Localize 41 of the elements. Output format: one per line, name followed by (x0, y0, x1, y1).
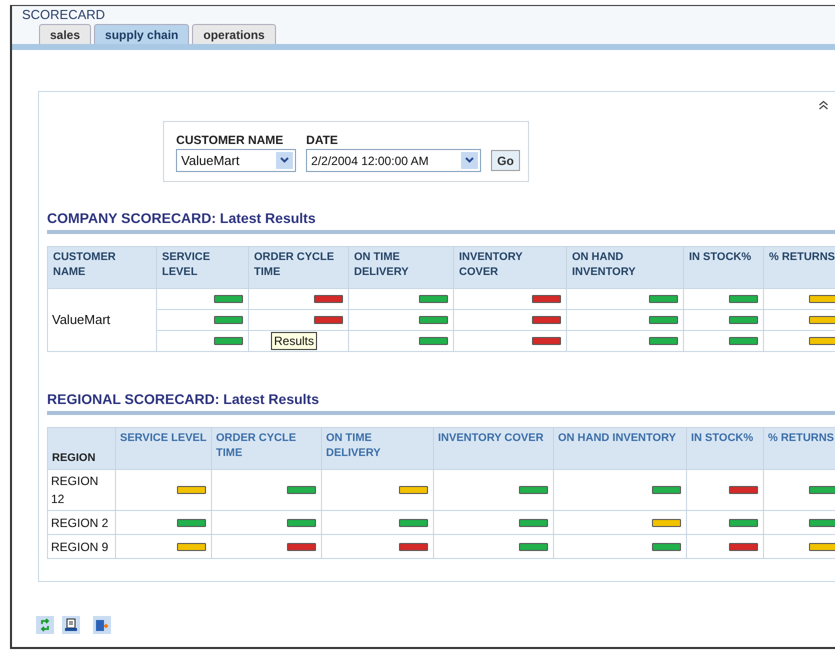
table-cell: REGION 2 (48, 510, 116, 534)
column-header: % RETURNS (764, 428, 835, 470)
column-header: SERVICE LEVEL (156, 246, 248, 288)
column-header: ON HAND INVENTORY (566, 246, 684, 288)
printer-icon (64, 618, 78, 632)
column-header: IN STOCK% (684, 246, 764, 288)
table-cell: REGION 9 (48, 534, 116, 558)
tab[interactable]: operations (192, 24, 276, 44)
field-label: DATE (306, 132, 339, 149)
column-header: REGION (48, 428, 116, 470)
collapse-icon[interactable] (818, 100, 829, 110)
column-header: CUSTOMER NAME (48, 246, 156, 288)
column-header: SERVICE LEVEL (116, 428, 212, 470)
tooltip: Results (271, 332, 318, 350)
column-header: % RETURNS (764, 246, 835, 288)
section-heading: COMPANY SCORECARD: Latest Results (47, 209, 317, 226)
column-header: IN STOCK% (686, 428, 764, 470)
page-title: SCORECARD (21, 8, 106, 22)
customer-dropdown[interactable]: ValueMart (176, 149, 296, 172)
go-button[interactable]: Go (491, 150, 520, 171)
tab[interactable]: supply chain (94, 24, 190, 44)
export-button[interactable] (93, 616, 111, 634)
chevron-down-icon (280, 157, 290, 164)
tab[interactable]: sales (39, 24, 92, 44)
column-header: ON TIME DELIVERY (348, 246, 454, 288)
column-header: ON TIME DELIVERY (322, 428, 434, 470)
export-icon (95, 618, 109, 632)
column-header: ORDER CYCLE TIME (248, 246, 348, 288)
column-header: ON HAND INVENTORY (554, 428, 686, 470)
field-label: CUSTOMER NAME (176, 132, 284, 149)
print-button[interactable] (62, 616, 80, 634)
refresh-icon (39, 618, 51, 632)
table-cell: REGION 12 (48, 470, 116, 510)
section-heading: REGIONAL SCORECARD: Latest Results (47, 390, 320, 407)
table-cell: ValueMart (48, 288, 156, 352)
column-header: INVENTORY COVER (454, 246, 566, 288)
date-dropdown[interactable]: 2/2/2004 12:00:00 AM (306, 149, 482, 172)
refresh-button[interactable] (36, 616, 54, 634)
column-header: INVENTORY COVER (434, 428, 554, 470)
chevron-down-icon (465, 157, 474, 164)
column-header: ORDER CYCLE TIME (212, 428, 322, 470)
